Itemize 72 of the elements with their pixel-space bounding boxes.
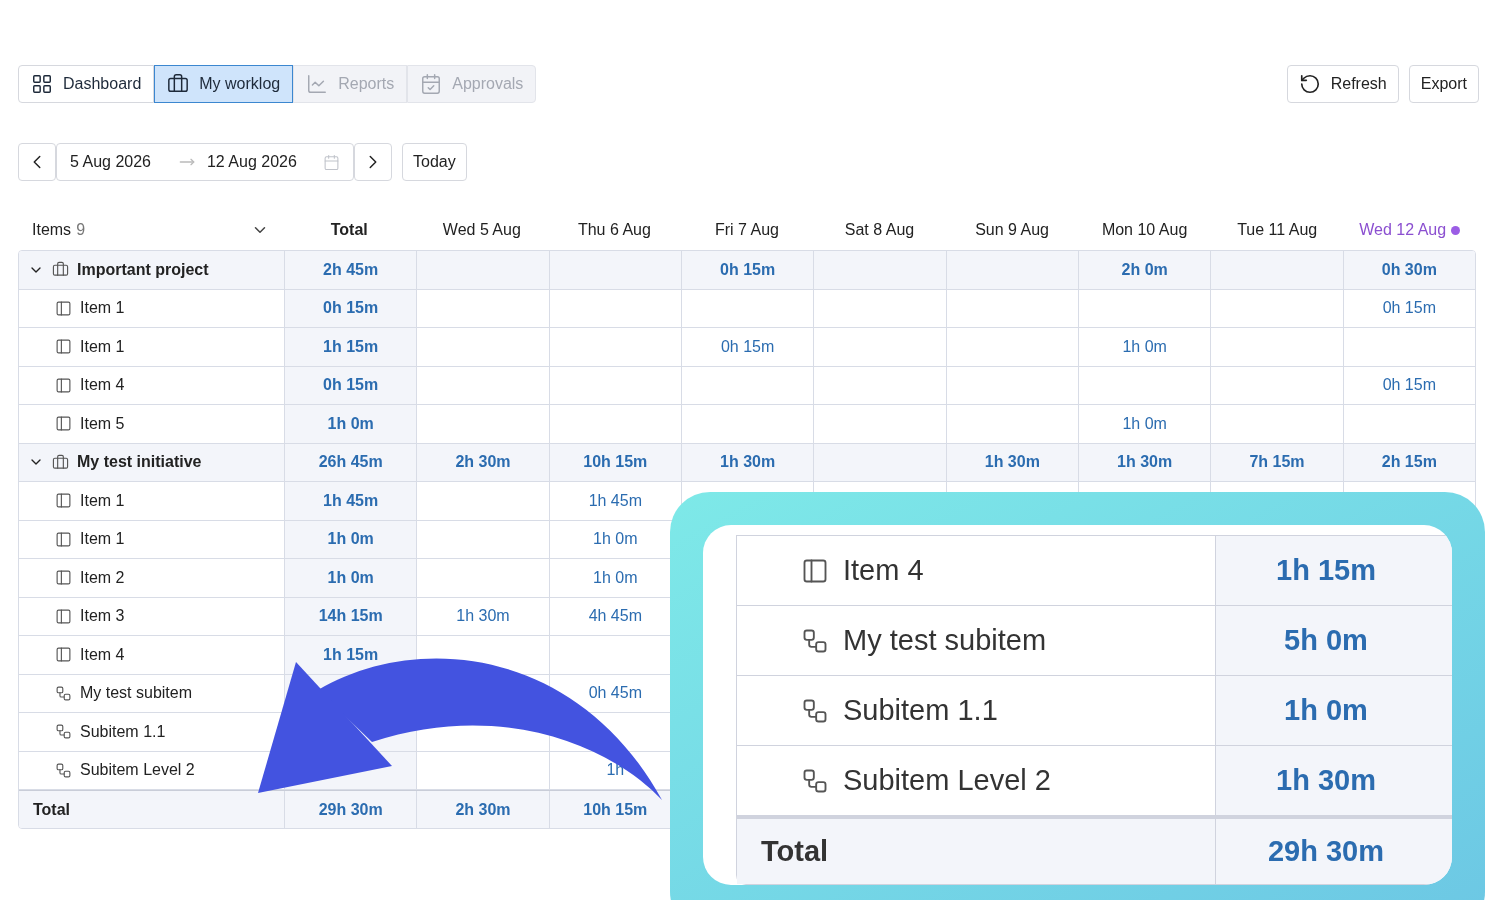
items-label: Items [32, 220, 72, 240]
time-value: 1h 30m [1276, 762, 1376, 798]
time-value: 1h 15m [1276, 552, 1376, 588]
total-label: Total [761, 833, 829, 869]
table-cell: 14h 15m [284, 597, 417, 635]
panel-icon [55, 299, 72, 317]
item-name: Item 5 [80, 413, 125, 434]
item-name: Item 4 [80, 375, 125, 396]
table-cell: 0h 15m [284, 289, 417, 327]
table-cell: 1h 45m [284, 482, 417, 520]
panel-icon [55, 646, 72, 664]
column-header: Thu 6 Aug [577, 220, 651, 240]
calendar-check-icon [420, 73, 443, 95]
table-cell: 1h 15m [284, 328, 417, 366]
export-button[interactable]: Export [1408, 65, 1479, 103]
refresh-button[interactable]: Refresh [1286, 65, 1399, 103]
briefcase-icon [52, 453, 69, 471]
calendar-icon [323, 153, 340, 171]
item-name: My test subitem [843, 622, 1047, 658]
column-header: Mon 10 Aug [1101, 220, 1188, 240]
table-cell: 1h 0m [284, 559, 417, 597]
column-header: Tue 11 Aug [1237, 220, 1318, 240]
item-name: Item 1 [80, 529, 125, 550]
table-cell: 1h 0m [284, 520, 417, 558]
column-header: Fri 7 Aug [714, 220, 779, 240]
column-header: Sat 8 Aug [844, 220, 915, 240]
column-header: Wed 12 Aug [1359, 220, 1447, 240]
item-name: Subitem 1.1 [843, 692, 998, 728]
end-date: 12 Aug 2026 [206, 152, 297, 172]
today-button[interactable]: Today [402, 143, 467, 181]
subitem-icon [55, 684, 72, 702]
item-name: Item 4 [80, 644, 125, 665]
refresh-icon [1298, 73, 1321, 95]
item-name: Item 1 [80, 336, 125, 357]
group-name: My test initiative [77, 452, 202, 473]
line-chart-icon [306, 73, 329, 95]
time-value: 29h 30m [1267, 833, 1385, 869]
nav-tab[interactable]: My worklog [154, 65, 294, 103]
panel-icon [55, 376, 72, 394]
item-name: Item 1 [80, 298, 125, 319]
item-name: Item 2 [80, 567, 125, 588]
group-name: Important project [77, 259, 209, 280]
nav-tab[interactable]: Dashboard [18, 65, 155, 103]
briefcase-icon [52, 261, 69, 279]
panel-icon [55, 415, 72, 433]
item-name: Subitem 1.1 [80, 721, 166, 742]
panel-icon [55, 492, 72, 510]
start-date: 5 Aug 2026 [70, 152, 151, 172]
column-header: Sun 9 Aug [975, 220, 1049, 240]
item-name: My test subitem [80, 683, 193, 704]
column-header: Total [330, 220, 368, 240]
briefcase-icon [167, 73, 190, 95]
items-count: 9 [76, 220, 86, 240]
subitem-icon [55, 723, 72, 741]
item-name: Subitem Level 2 [843, 762, 1051, 798]
subitem-icon [55, 761, 72, 779]
table-cell: 1h 0m [284, 405, 417, 443]
column-header: Wed 5 Aug [442, 220, 521, 240]
panel-icon [55, 338, 72, 356]
total-label: Total [33, 799, 71, 820]
panel-icon [55, 607, 72, 625]
item-name: Item 1 [80, 490, 125, 511]
date-range-field[interactable]: 5 Aug 2026 12 Aug 2026 [56, 143, 354, 181]
panel-icon [55, 569, 72, 587]
item-name: Item 4 [843, 552, 924, 588]
time-value: 1h 0m [1284, 692, 1368, 728]
time-value: 5h 0m [1284, 622, 1368, 658]
grid-icon [31, 73, 53, 95]
table-cell: 0h 15m [284, 366, 417, 404]
item-name: Subitem Level 2 [80, 760, 195, 781]
item-name: Item 3 [80, 606, 125, 627]
panel-icon [55, 530, 72, 548]
